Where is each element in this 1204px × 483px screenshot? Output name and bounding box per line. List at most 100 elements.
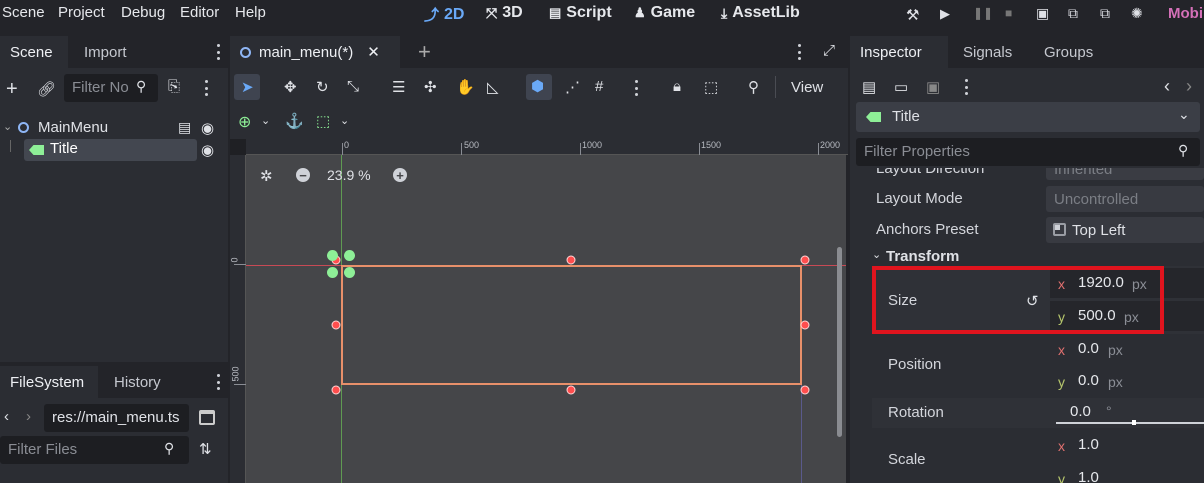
- scale-x-field[interactable]: x 1.0: [1050, 430, 1204, 460]
- scene-filter-input[interactable]: Filter No ⚲: [64, 74, 158, 102]
- tab-history[interactable]: History: [104, 366, 176, 398]
- menu-help[interactable]: Help: [235, 4, 266, 21]
- remote-debug-icon[interactable]: ▣: [1036, 5, 1049, 22]
- zoom-in-icon[interactable]: +: [393, 168, 407, 183]
- resize-handle[interactable]: [566, 385, 576, 395]
- lock-icon[interactable]: 🔒︎: [673, 78, 681, 95]
- menu-scene[interactable]: Scene: [2, 4, 45, 21]
- new-resource-icon[interactable]: ▤: [862, 78, 876, 96]
- node-selector[interactable]: Title ⌄: [856, 102, 1200, 132]
- snap-menu-icon[interactable]: [634, 80, 638, 96]
- chevron-down-icon[interactable]: ⌄: [261, 114, 270, 127]
- smart-snap-icon[interactable]: ⬢: [531, 77, 544, 95]
- layout-direction-field[interactable]: Inherited: [1046, 168, 1204, 180]
- inspector-menu-icon[interactable]: [964, 79, 968, 95]
- sort-icon[interactable]: ⇅: [199, 440, 212, 458]
- list-select-icon[interactable]: ☰: [392, 78, 405, 96]
- history-back-icon[interactable]: ‹: [1164, 76, 1170, 97]
- center-view-icon[interactable]: ✲: [260, 167, 273, 185]
- layout-mode-field[interactable]: Uncontrolled: [1046, 186, 1204, 212]
- workspace-3d-button[interactable]: ⤧ 3D: [486, 4, 523, 22]
- link-icon[interactable]: 🔗︎: [37, 80, 56, 98]
- resize-handle[interactable]: [800, 255, 810, 265]
- workspace-assetlib-button[interactable]: ⤓ AssetLib: [721, 4, 800, 22]
- select-tool-icon[interactable]: ➤: [241, 78, 254, 96]
- visibility-eye-icon[interactable]: ◉: [201, 141, 214, 159]
- snap-options-icon[interactable]: ⋰: [565, 78, 580, 96]
- scale-tool-icon[interactable]: ⤡: [347, 78, 359, 95]
- grid-snap-icon[interactable]: #: [595, 78, 603, 95]
- dock-menu-icon[interactable]: [216, 44, 220, 60]
- slider-grabber[interactable]: [1132, 420, 1136, 425]
- bone-icon[interactable]: ⚲: [748, 78, 759, 96]
- play-scene-icon[interactable]: ⧉: [1068, 5, 1078, 22]
- resize-handle[interactable]: [331, 320, 341, 330]
- tab-signals[interactable]: Signals: [953, 36, 1028, 68]
- tree-item-mainmenu[interactable]: ⌄ MainMenu ▤ ◉: [0, 118, 228, 140]
- path-field[interactable]: res://main_menu.ts: [44, 404, 189, 432]
- position-x-field[interactable]: x 0.0 px: [1050, 334, 1204, 364]
- visibility-eye-icon[interactable]: ◉: [201, 119, 214, 137]
- workspace-2d-button[interactable]: ⤴ 2D: [424, 4, 464, 25]
- resize-handle[interactable]: [566, 255, 576, 265]
- workspace-game-button[interactable]: ♟ Game: [634, 4, 695, 22]
- anchor-icon[interactable]: ⚓: [285, 112, 304, 130]
- distraction-free-icon[interactable]: ⤢: [823, 42, 835, 59]
- zoom-out-icon[interactable]: −: [296, 168, 310, 183]
- back-icon[interactable]: ‹: [4, 408, 9, 425]
- container-sizing-icon[interactable]: ⬚: [316, 112, 330, 130]
- renderer-label[interactable]: Mobi: [1168, 5, 1203, 22]
- forward-icon[interactable]: ›: [26, 408, 31, 425]
- zoom-level[interactable]: 23.9 %: [327, 167, 371, 183]
- movie-maker-icon[interactable]: ✺: [1131, 5, 1143, 22]
- workspace-script-button[interactable]: ▤ Script: [549, 4, 612, 22]
- transform-section-header[interactable]: ⌄ Transform: [870, 248, 1204, 268]
- save-icon[interactable]: ▣: [926, 78, 940, 96]
- ruler-tool-icon[interactable]: ◺: [487, 78, 499, 96]
- pivot-tool-icon[interactable]: ✣: [424, 78, 437, 96]
- view-menu-button[interactable]: View: [791, 79, 823, 96]
- pause-icon[interactable]: ❚❚: [973, 6, 993, 20]
- script-attached-icon[interactable]: ▤: [178, 119, 191, 136]
- menu-editor[interactable]: Editor: [180, 4, 219, 21]
- add-node-icon[interactable]: +: [6, 78, 18, 101]
- rotation-slider[interactable]: 0.0 °: [1056, 400, 1204, 428]
- tab-groups[interactable]: Groups: [1034, 36, 1106, 68]
- group-icon[interactable]: ⬚: [704, 78, 718, 96]
- chevron-down-icon[interactable]: ⌄: [3, 120, 12, 133]
- menu-project[interactable]: Project: [58, 4, 105, 21]
- open-folder-icon[interactable]: ▭: [894, 78, 908, 96]
- anchors-preset-dropdown[interactable]: Top Left: [1046, 217, 1204, 243]
- scene-menu-icon[interactable]: [204, 80, 208, 96]
- canvas-viewport[interactable]: ✲ − 23.9 % +: [246, 155, 846, 483]
- play-icon[interactable]: ▶: [940, 6, 950, 22]
- add-anchor-icon[interactable]: ⊕: [238, 112, 251, 132]
- filter-properties-input[interactable]: Filter Properties ⚲: [856, 138, 1200, 166]
- dock-menu-icon[interactable]: [216, 374, 220, 390]
- resize-handle[interactable]: [800, 320, 810, 330]
- scene-tab-main-menu[interactable]: main_menu(*) ✕: [230, 36, 400, 68]
- history-forward-icon[interactable]: ›: [1186, 76, 1192, 97]
- chevron-down-icon[interactable]: ⌄: [340, 114, 349, 127]
- stop-icon[interactable]: ■: [1005, 6, 1012, 20]
- hammer-icon[interactable]: ⚒: [906, 6, 919, 24]
- anchor-gizmo[interactable]: [326, 249, 356, 279]
- tab-scene[interactable]: Scene: [0, 36, 68, 68]
- resize-handle[interactable]: [800, 385, 810, 395]
- scale-y-field[interactable]: y 1.0: [1050, 463, 1204, 483]
- rotate-tool-icon[interactable]: ↻: [316, 78, 329, 96]
- filter-files-input[interactable]: Filter Files ⚲: [0, 436, 189, 464]
- menu-debug[interactable]: Debug: [121, 4, 165, 21]
- instance-scene-icon[interactable]: ⎘: [168, 78, 180, 95]
- pan-tool-icon[interactable]: ✋: [456, 78, 475, 96]
- add-tab-icon[interactable]: +: [418, 39, 431, 65]
- position-y-field[interactable]: y 0.0 px: [1050, 366, 1204, 396]
- toggle-split-icon[interactable]: [199, 410, 215, 425]
- move-tool-icon[interactable]: ✥: [284, 78, 297, 96]
- tab-filesystem[interactable]: FileSystem: [0, 366, 98, 398]
- play-custom-scene-icon[interactable]: ⧉: [1100, 5, 1110, 22]
- resize-handle[interactable]: [331, 385, 341, 395]
- tree-item-title[interactable]: Title: [24, 139, 197, 161]
- selection-rect[interactable]: [341, 265, 802, 385]
- vertical-scrollbar[interactable]: [837, 247, 842, 437]
